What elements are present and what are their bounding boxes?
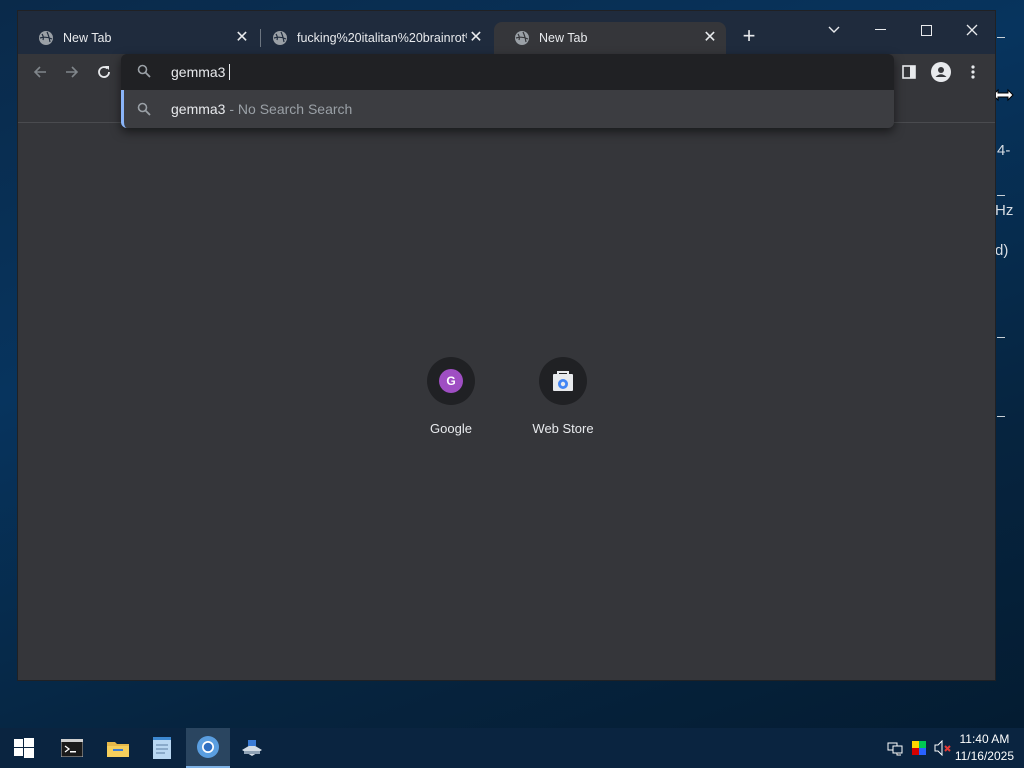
terminal-icon <box>61 739 83 757</box>
file-explorer-icon <box>107 742 129 757</box>
reload-icon <box>98 66 110 78</box>
shortcut-icon-circle <box>539 357 587 405</box>
web-store-icon <box>553 371 573 391</box>
clock-date: 11/16/2025 <box>954 749 1014 763</box>
omnibox-popup: gemma3 gemma3 - No Search Search <box>121 54 894 128</box>
search-icon <box>137 102 151 116</box>
omnibox-suggestion[interactable]: gemma3 - No Search Search <box>121 90 894 128</box>
taskbar-network-drive[interactable] <box>230 728 274 768</box>
clock-time: 11:40 AM <box>959 732 1010 746</box>
minimize-button[interactable] <box>857 15 903 45</box>
tab-brainrot[interactable]: fucking%20italitan%20brainrot% ✕ <box>252 22 492 54</box>
taskbar-file-explorer[interactable] <box>96 728 140 768</box>
browser-window: New Tab ✕ fucking%20italitan%20brainrot%… <box>17 10 996 681</box>
notepad-icon <box>153 737 171 759</box>
address-bar[interactable]: gemma3 <box>121 54 894 90</box>
search-icon <box>137 64 151 78</box>
close-window-button[interactable] <box>949 15 995 45</box>
start-button[interactable] <box>2 728 46 768</box>
taskbar-chromium[interactable] <box>186 728 230 768</box>
desktop-dash <box>997 37 1005 38</box>
shortcut-label: Google <box>430 421 472 436</box>
maximize-icon <box>920 24 932 36</box>
globe-icon <box>515 31 529 45</box>
network-icon[interactable] <box>887 740 903 756</box>
tab-new-tab-1[interactable]: New Tab ✕ <box>18 22 258 54</box>
desktop-text-fragment: d) <box>995 242 1009 259</box>
desktop-dash <box>997 337 1005 338</box>
suggestion-provider: - No Search Search <box>225 101 353 117</box>
profile-icon <box>931 62 951 82</box>
shortcut-label: Web Store <box>532 421 594 436</box>
google-favicon: G <box>439 369 463 393</box>
desktop-dash <box>997 416 1005 417</box>
minimize-icon <box>874 29 886 30</box>
close-tab-icon[interactable]: ✕ <box>468 30 484 46</box>
shortcut-web-store[interactable]: Web Store <box>508 357 618 436</box>
taskbar: 11:40 AM 11/16/2025 <box>0 728 1024 768</box>
tab-title: New Tab <box>539 31 588 45</box>
chevron-down-icon <box>828 26 840 33</box>
tab-title: New Tab <box>63 31 112 45</box>
volume-muted-icon[interactable] <box>934 740 952 756</box>
desktop-text-fragment: 4- <box>997 142 1011 159</box>
shortcut-icon-circle: G <box>427 357 475 405</box>
tab-title: fucking%20italitan%20brainrot% <box>297 31 467 45</box>
network-drive-icon <box>242 740 262 756</box>
new-tab-button[interactable]: + <box>737 25 761 49</box>
maximize-button[interactable] <box>903 15 949 45</box>
suggestion-text: gemma3 - No Search Search <box>171 101 353 117</box>
arrow-right-icon <box>66 66 79 78</box>
system-clock[interactable]: 11:40 AM 11/16/2025 <box>955 731 1014 765</box>
more-vert-icon <box>971 65 975 79</box>
back-button[interactable] <box>28 60 52 84</box>
taskbar-notepad[interactable] <box>140 728 184 768</box>
reload-button[interactable] <box>92 60 116 84</box>
close-tab-icon[interactable]: ✕ <box>702 30 718 46</box>
globe-icon <box>39 31 53 45</box>
side-panel-icon <box>902 65 916 79</box>
taskbar-terminal[interactable] <box>50 728 94 768</box>
tab-strip: New Tab ✕ fucking%20italitan%20brainrot%… <box>18 11 995 54</box>
desktop-text-fragment: Hz <box>995 202 1014 219</box>
globe-icon <box>273 31 287 45</box>
color-app-icon[interactable] <box>911 740 927 756</box>
close-tab-icon[interactable]: ✕ <box>234 30 250 46</box>
tab-search-button[interactable] <box>811 15 857 45</box>
forward-button[interactable] <box>60 60 84 84</box>
tab-new-tab-active[interactable]: New Tab ✕ <box>494 22 726 54</box>
start-icon <box>14 738 34 758</box>
side-panel-button[interactable] <box>897 60 921 84</box>
desktop-dash <box>997 195 1005 196</box>
menu-button[interactable] <box>961 60 985 84</box>
arrow-left-icon <box>33 66 46 78</box>
text-caret <box>229 64 231 80</box>
address-bar-text: gemma3 <box>171 64 231 80</box>
chromium-icon <box>197 736 219 758</box>
profile-button[interactable] <box>929 60 953 84</box>
shortcut-google[interactable]: G Google <box>396 357 506 436</box>
close-icon <box>966 24 978 36</box>
